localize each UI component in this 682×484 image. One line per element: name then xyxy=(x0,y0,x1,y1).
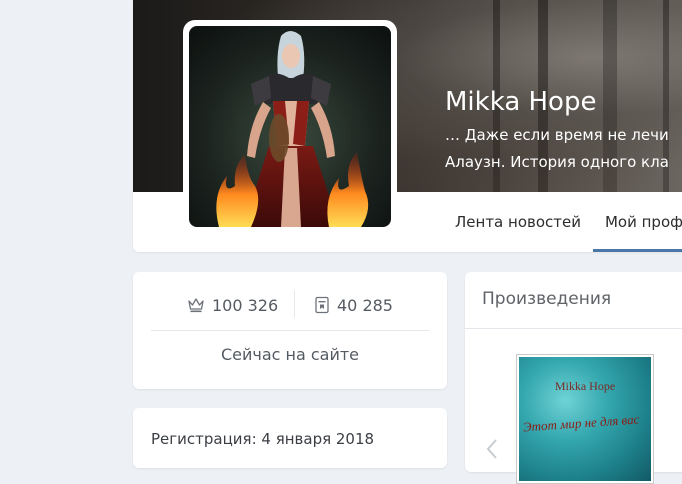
chevron-left-icon xyxy=(486,439,497,459)
book-icon xyxy=(315,296,329,314)
stat-divider xyxy=(294,290,295,318)
profile-status: … Даже если время не лечи Алаузн. Истори… xyxy=(445,122,669,176)
profile-tabs: Лента новостей Мой проф xyxy=(443,192,682,252)
book-cover: Mikka Hope Этот мир не для вас xyxy=(519,357,651,481)
books-value: 40 285 xyxy=(337,295,393,315)
profile-name: Mikka Hope xyxy=(445,87,597,117)
rating-stat[interactable]: 100 326 xyxy=(187,292,278,318)
status-line-2[interactable]: Алаузн. История одного кла xyxy=(445,149,669,176)
works-title[interactable]: Произведения xyxy=(482,289,611,309)
profile-header: Mikka Hope … Даже если время не лечи Ала… xyxy=(133,0,682,252)
crown-icon xyxy=(188,298,204,313)
status-line-1: … Даже если время не лечи xyxy=(445,126,669,144)
online-status: Сейчас на сайте xyxy=(220,345,360,364)
books-stat[interactable]: 40 285 xyxy=(314,292,393,318)
registration-date: Регистрация: 4 января 2018 xyxy=(151,430,375,448)
rating-value: 100 326 xyxy=(212,295,279,315)
info-card: Регистрация: 4 января 2018 xyxy=(133,408,447,468)
book-author: Mikka Hope xyxy=(554,379,616,393)
tab-news-feed[interactable]: Лента новостей xyxy=(443,192,593,252)
carousel-prev-button[interactable] xyxy=(485,437,499,461)
avatar-frame[interactable] xyxy=(183,20,397,233)
divider xyxy=(465,328,682,329)
stats-card: 100 326 40 285 Сейчас на сайте xyxy=(133,272,447,389)
divider xyxy=(151,330,429,331)
tab-my-profile[interactable]: Мой проф xyxy=(592,192,682,252)
book-title: Этот мир не для вас xyxy=(522,411,640,435)
book-cover-card[interactable]: Mikka Hope Этот мир не для вас xyxy=(516,354,654,484)
avatar-image xyxy=(189,26,391,227)
works-card: Произведения Mikka Hope Этот мир не для … xyxy=(465,272,682,484)
avatar[interactable] xyxy=(189,26,391,227)
